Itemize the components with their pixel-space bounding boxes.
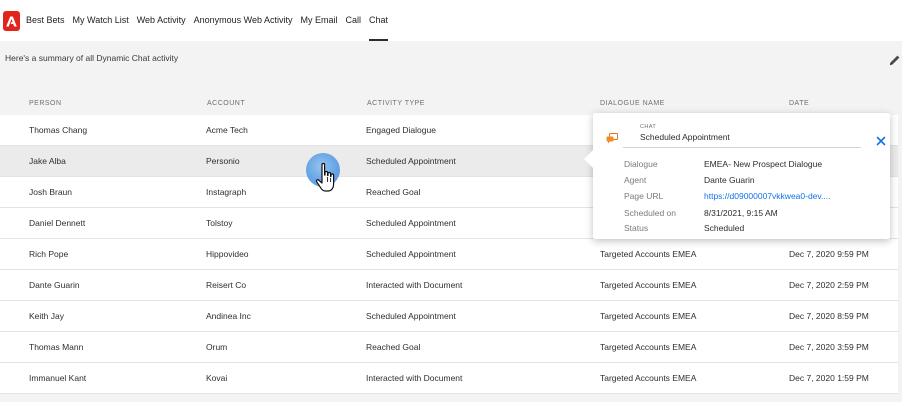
adobe-logo-icon[interactable]	[3, 11, 20, 31]
chat-icon	[606, 131, 618, 144]
cell-person: Immanuel Kant	[29, 373, 87, 383]
table-row[interactable]: Immanuel Kant Kovai Interacted with Docu…	[0, 363, 898, 394]
table-header: PERSON ACCOUNT ACTIVITY TYPE DIALOGUE NA…	[0, 96, 902, 114]
table-row[interactable]: Keith Jay Andinea Inc Scheduled Appointm…	[0, 301, 898, 332]
field-label: Agent	[624, 175, 647, 185]
tab-best-bets[interactable]: Best Bets	[26, 0, 65, 41]
cell-person: Keith Jay	[29, 311, 64, 321]
cell-date: Dec 7, 2020 2:59 PM	[789, 280, 869, 290]
cell-account: Personio	[206, 156, 240, 166]
tab-chat[interactable]: Chat	[369, 0, 389, 41]
field-value: EMEA- New Prospect Dialogue	[704, 159, 823, 169]
cell-account: Reisert Co	[206, 280, 247, 290]
field-label: Scheduled on	[624, 208, 676, 218]
cell-activity: Interacted with Document	[366, 280, 463, 290]
tab-my-email[interactable]: My Email	[300, 0, 337, 41]
tab-my-watch-list[interactable]: My Watch List	[73, 0, 129, 41]
table-row[interactable]: Dante Guarin Reisert Co Interacted with …	[0, 270, 898, 301]
cell-activity: Reached Goal	[366, 342, 421, 352]
cell-activity: Scheduled Appointment	[366, 249, 456, 259]
tab-anonymous-web-activity[interactable]: Anonymous Web Activity	[194, 0, 293, 41]
top-nav: Best Bets My Watch List Web Activity Ano…	[0, 0, 902, 41]
cell-dialogue: Targeted Accounts EMEA	[600, 249, 697, 259]
header-account[interactable]: ACCOUNT	[207, 100, 245, 107]
header-date[interactable]: DATE	[789, 100, 809, 107]
cell-dialogue: Targeted Accounts EMEA	[600, 280, 697, 290]
close-icon[interactable]	[875, 134, 887, 146]
header-person[interactable]: PERSON	[29, 100, 62, 107]
field-value: 8/31/2021, 9:15 AM	[704, 208, 778, 218]
cell-activity: Reached Goal	[366, 187, 421, 197]
header-dialogue-name[interactable]: DIALOGUE NAME	[600, 100, 665, 107]
cell-activity: Engaged Dialogue	[366, 125, 436, 135]
field-label: Status	[624, 223, 649, 233]
popover-title: Scheduled Appointment	[640, 132, 730, 142]
cell-person: Thomas Chang	[29, 125, 88, 135]
cell-date: Dec 7, 2020 1:59 PM	[789, 373, 869, 383]
field-value: Dante Guarin	[704, 175, 755, 185]
cell-person: Rich Pope	[29, 249, 69, 259]
cell-person: Josh Braun	[29, 187, 72, 197]
cell-person: Dante Guarin	[29, 280, 80, 290]
cell-date: Dec 7, 2020 3:59 PM	[789, 342, 869, 352]
header-activity-type[interactable]: ACTIVITY TYPE	[367, 100, 425, 107]
field-label: Page URL	[624, 191, 664, 201]
cell-account: Tolstoy	[206, 218, 233, 228]
tab-bar: Best Bets My Watch List Web Activity Ano…	[26, 0, 396, 41]
cell-date: Dec 7, 2020 9:59 PM	[789, 249, 869, 259]
pencil-icon[interactable]	[889, 53, 901, 65]
cell-person: Jake Alba	[29, 156, 66, 166]
field-label: Dialogue	[624, 159, 658, 169]
cell-dialogue: Targeted Accounts EMEA	[600, 373, 697, 383]
cell-account: Hippovideo	[206, 249, 249, 259]
hand-pointer-icon	[315, 162, 335, 192]
tab-web-activity[interactable]: Web Activity	[137, 0, 186, 41]
cell-account: Kovai	[206, 373, 228, 383]
cell-person: Daniel Dennett	[29, 218, 86, 228]
cell-dialogue: Targeted Accounts EMEA	[600, 342, 697, 352]
field-value: Scheduled	[704, 223, 745, 233]
cell-account: Instagraph	[206, 187, 247, 197]
cell-person: Thomas Mann	[29, 342, 84, 352]
cell-dialogue: Targeted Accounts EMEA	[600, 311, 697, 321]
cell-activity: Scheduled Appointment	[366, 156, 456, 166]
cell-date: Dec 7, 2020 8:59 PM	[789, 311, 869, 321]
cell-activity: Interacted with Document	[366, 373, 463, 383]
table-row[interactable]: Rich Pope Hippovideo Scheduled Appointme…	[0, 239, 898, 270]
table-row[interactable]: Thomas Mann Orum Reached Goal Targeted A…	[0, 332, 898, 363]
popover-category: CHAT	[640, 124, 657, 130]
cell-account: Andinea Inc	[206, 311, 251, 321]
page-url-link[interactable]: https://d09000007vkkwea0-dev....	[704, 191, 830, 201]
mouse-cursor	[306, 150, 346, 198]
cell-activity: Scheduled Appointment	[366, 218, 456, 228]
chat-detail-popover: CHAT Scheduled Appointment Dialogue EMEA…	[584, 113, 890, 239]
popover-pointer	[584, 150, 593, 168]
popover-header: CHAT Scheduled Appointment	[606, 120, 886, 148]
cell-activity: Scheduled Appointment	[366, 311, 456, 321]
summary-text: Here's a summary of all Dynamic Chat act…	[5, 53, 179, 63]
cell-account: Orum	[206, 342, 228, 352]
cell-account: Acme Tech	[206, 125, 248, 135]
tab-call[interactable]: Call	[345, 0, 361, 41]
